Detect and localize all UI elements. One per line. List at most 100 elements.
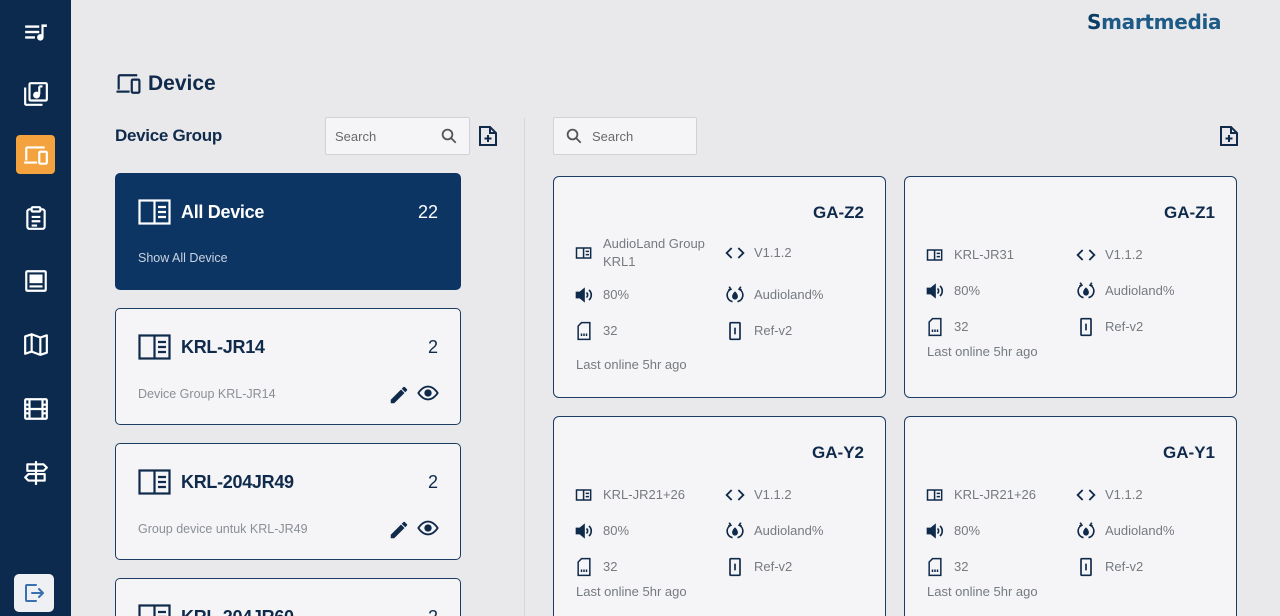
group-name: KRL-204JR60 [181,607,294,616]
device-group-heading: Device Group [115,126,222,145]
nav-display[interactable] [16,261,55,300]
device-version: V1.1.2 [754,245,792,260]
device-card[interactable]: GA-Y2 KRL-JR21+26 V1.1.2 80% Audioland% 32 Ref… [553,416,886,616]
device-version: V1.1.2 [754,487,792,502]
devices-icon [116,74,141,94]
nav-music-library[interactable] [16,74,55,113]
view-icon[interactable] [417,382,439,404]
device-volume-row: 80% [925,281,980,301]
map-icon [23,332,48,356]
device-storage: 32 [603,559,618,574]
group-description: Show All Device [138,251,228,265]
nav-map[interactable] [16,324,55,363]
device-storage-row: 32 [925,317,968,337]
search-icon[interactable] [565,127,583,145]
volume-icon [926,523,944,539]
device-name: GA-Y2 [812,443,864,462]
device-name: GA-Y1 [1163,443,1215,462]
group-count: 2 [427,337,438,357]
devices-icon [23,145,48,165]
group-description: Device Group KRL-JR14 [138,387,276,401]
code-icon [725,247,745,259]
group-search-input[interactable]: Search [325,117,470,155]
last-online: Last online 5hr ago [927,344,1038,359]
device-search-input[interactable]: Search [553,117,697,155]
device-group-row: AudioLand Group KRL1 [574,235,714,271]
phone-icon [729,557,741,577]
sd-card-icon [577,557,591,577]
group-name: KRL-JR14 [181,337,265,357]
device-app: Audioland% [754,287,824,302]
device-volume: 80% [603,287,630,302]
nav-clipboard[interactable] [16,198,55,237]
group-card[interactable]: KRL-JR14 2 Device Group KRL-JR14 [115,308,461,425]
group-count: 22 [417,202,438,222]
device-model-row: Ref-v2 [725,321,792,341]
device-group: AudioLand Group KRL1 [603,236,705,269]
device-model: Ref-v2 [754,559,793,574]
last-online: Last online 5hr ago [927,584,1038,599]
device-card[interactable]: GA-Z2 AudioLand Group KRL1 V1.1.2 80% Audiol… [553,176,886,398]
code-icon [1076,489,1096,501]
sync-rotate-icon [726,286,744,303]
nav-playlist[interactable] [16,13,55,52]
code-icon [1076,249,1096,261]
device-storage-row: 32 [574,321,617,341]
device-card[interactable]: GA-Y1 KRL-JR21+26 V1.1.2 80% Audioland% 32 Ref… [904,416,1237,616]
device-volume: 80% [603,523,630,538]
device-group-row: KRL-JR21+26 [574,485,714,505]
device-group: KRL-JR21+26 [954,487,1037,502]
device-app-row: Audioland% [1076,521,1174,541]
group-card[interactable]: KRL-204JR49 2 Group device untuk KRL-JR4… [115,443,461,560]
search-icon[interactable] [440,127,458,145]
phone-icon [1080,317,1092,337]
volume-icon [575,523,593,539]
sd-card-icon [928,557,942,577]
nav-film[interactable] [16,389,55,428]
nav-devices[interactable] [16,135,55,174]
device-name: GA-Z1 [1164,203,1215,222]
device-model: Ref-v2 [754,323,793,338]
logout-button[interactable] [14,574,54,612]
group-icon [926,249,943,261]
view-icon[interactable] [417,517,439,539]
group-count: 2 [428,607,438,616]
page-title: Device [148,72,216,95]
group-icon [575,489,592,501]
group-card[interactable]: KRL-204JR60 2 [115,578,461,616]
add-group-icon[interactable] [478,125,498,147]
edit-icon[interactable] [388,519,410,541]
group-book-icon [138,199,171,225]
device-card[interactable]: GA-Z1 KRL-JR31 V1.1.2 80% Audioland% 32 Ref-v2… [904,176,1237,398]
group-description: Group device untuk KRL-JR49 [138,522,308,536]
device-app: Audioland% [1105,523,1175,538]
device-volume: 80% [954,283,981,298]
device-volume-row: 80% [925,521,980,541]
device-app: Audioland% [1105,283,1175,298]
device-app-row: Audioland% [725,285,823,305]
device-model: Ref-v2 [1105,559,1144,574]
group-name: KRL-204JR49 [181,472,294,492]
sd-card-icon [928,317,942,337]
add-device-icon[interactable] [1219,125,1239,147]
device-storage: 32 [954,319,969,334]
device-app: Audioland% [754,523,824,538]
last-online: Last online 5hr ago [576,357,687,372]
film-icon [23,397,48,420]
edit-icon[interactable] [388,384,410,406]
device-volume-row: 80% [574,521,629,541]
device-model-row: Ref-v2 [725,557,792,577]
group-card-all-device[interactable]: All Device 22 Show All Device [115,173,461,290]
nav-signpost[interactable] [16,453,55,492]
device-volume-row: 80% [574,285,629,305]
brand-logo: Smartmedia [1087,10,1222,34]
device-version: V1.1.2 [1105,487,1143,502]
device-group: KRL-JR31 [954,247,1014,262]
device-group-row: KRL-JR21+26 [925,485,1065,505]
group-icon [926,489,943,501]
device-model-row: Ref-v2 [1076,557,1143,577]
device-storage: 32 [954,559,969,574]
device-version: V1.1.2 [1105,247,1143,262]
code-icon [725,489,745,501]
last-online: Last online 5hr ago [576,584,687,599]
